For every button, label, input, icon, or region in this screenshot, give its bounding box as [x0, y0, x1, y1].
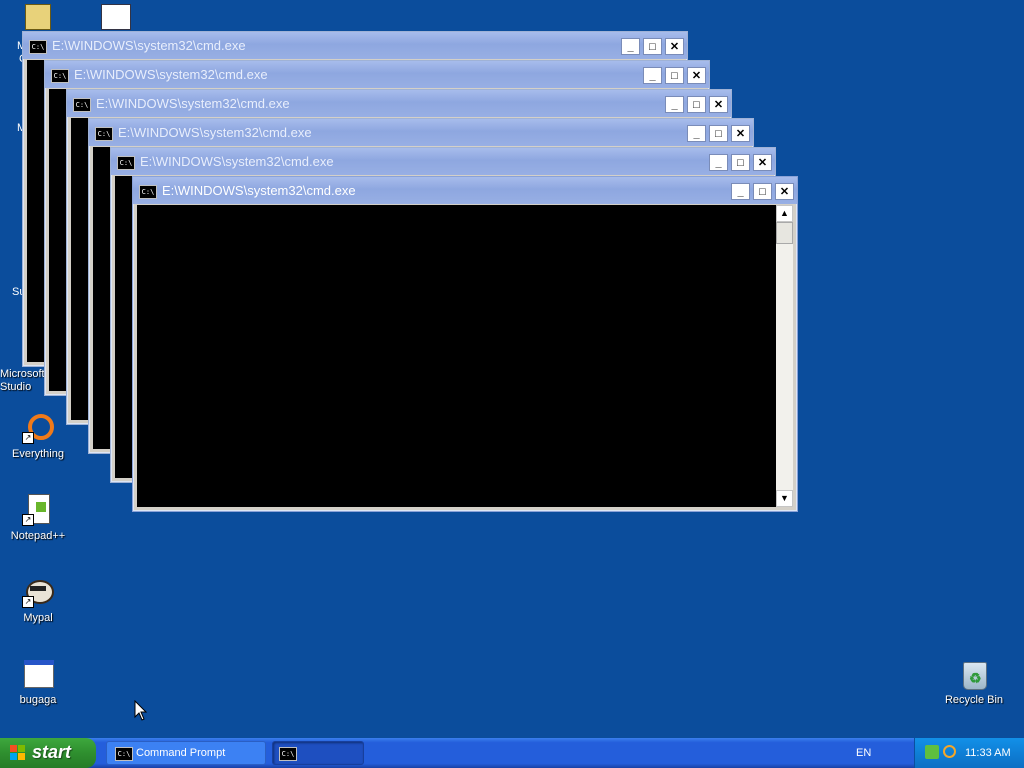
clock-app-icon	[25, 4, 51, 30]
console-area[interactable]	[137, 205, 776, 507]
minimize-button[interactable]: _	[665, 96, 684, 113]
minimize-button[interactable]: _	[621, 38, 640, 55]
window-title: E:\WINDOWS\system32\cmd.exe	[52, 38, 246, 53]
maximize-button[interactable]: □	[709, 125, 728, 142]
desktop-icon-partial-1[interactable]	[0, 4, 76, 34]
desktop-icon-label: Recycle Bin	[944, 694, 1004, 706]
settings-window-icon	[101, 4, 131, 30]
window-title: E:\WINDOWS\system32\cmd.exe	[118, 125, 312, 140]
notepadpp-icon: ↗	[22, 494, 54, 526]
close-button[interactable]: ✕	[709, 96, 728, 113]
window-titlebar[interactable]: C:\ E:\WINDOWS\system32\cmd.exe _ □ ✕	[133, 177, 797, 204]
scroll-up-arrow-icon[interactable]: ▲	[776, 205, 793, 222]
mypal-icon: ↗	[22, 576, 54, 608]
windows-logo-icon	[10, 745, 26, 761]
network-icon[interactable]	[925, 745, 939, 759]
taskbar-button-label: Command Prompt	[136, 747, 226, 759]
recycle-bin-icon: ♻	[958, 658, 990, 690]
minimize-button[interactable]: _	[709, 154, 728, 171]
everything-icon: ↗	[22, 412, 54, 444]
application-window-icon	[22, 658, 54, 690]
desktop-icon-microsoft-studio[interactable]: Microsoft Studio	[0, 368, 45, 394]
taskbar-button-cmd[interactable]: C:\	[272, 741, 364, 765]
mouse-cursor-icon	[134, 700, 148, 721]
desktop-icon-everything[interactable]: ↗ Everything	[0, 412, 76, 461]
desktop-icon-recycle-bin[interactable]: ♻ Recycle Bin	[936, 658, 1012, 707]
close-button[interactable]: ✕	[753, 154, 772, 171]
window-title: E:\WINDOWS\system32\cmd.exe	[140, 154, 334, 169]
console-icon: C:\	[51, 69, 69, 83]
search-icon[interactable]	[943, 745, 956, 758]
window-titlebar[interactable]: C:\ E:\WINDOWS\system32\cmd.exe _ □ ✕	[67, 90, 731, 117]
window-titlebar[interactable]: C:\ E:\WINDOWS\system32\cmd.exe _ □ ✕	[45, 61, 709, 88]
maximize-button[interactable]: □	[687, 96, 706, 113]
desktop-icon-bugaga[interactable]: bugaga	[0, 658, 76, 707]
close-button[interactable]: ✕	[687, 67, 706, 84]
console-icon: C:\	[73, 98, 91, 112]
console-icon: C:\	[117, 156, 135, 170]
shortcut-arrow-icon: ↗	[22, 514, 34, 526]
scroll-thumb[interactable]	[776, 222, 793, 244]
desktop-icon-label: Microsoft Studio	[0, 368, 45, 393]
console-icon: C:\	[95, 127, 113, 141]
window-titlebar[interactable]: C:\ E:\WINDOWS\system32\cmd.exe _ □ ✕	[89, 119, 753, 146]
maximize-button[interactable]: □	[665, 67, 684, 84]
window-titlebar[interactable]: C:\ E:\WINDOWS\system32\cmd.exe _ □ ✕	[111, 148, 775, 175]
window-title: E:\WINDOWS\system32\cmd.exe	[162, 183, 356, 198]
taskbar-button-command-prompt[interactable]: C:\ Command Prompt	[106, 741, 266, 765]
desktop-icon-label: bugaga	[19, 694, 57, 706]
console-icon: C:\	[139, 185, 157, 199]
desktop-icon-mypal[interactable]: ↗ Mypal	[0, 576, 76, 625]
console-icon: C:\	[29, 40, 47, 54]
maximize-button[interactable]: □	[731, 154, 750, 171]
taskbar: start C:\ Command Prompt C:\ EN 11:33 AM	[0, 738, 1024, 768]
window-title: E:\WINDOWS\system32\cmd.exe	[96, 96, 290, 111]
cmd-icon: C:\	[115, 747, 133, 761]
close-button[interactable]: ✕	[775, 183, 794, 200]
scroll-down-arrow-icon[interactable]: ▼	[776, 490, 793, 507]
desktop-icon-label: Everything	[12, 448, 64, 460]
vertical-scrollbar[interactable]: ▲ ▼	[776, 205, 793, 507]
close-button[interactable]: ✕	[731, 125, 750, 142]
minimize-button[interactable]: _	[643, 67, 662, 84]
window-titlebar[interactable]: C:\ E:\WINDOWS\system32\cmd.exe _ □ ✕	[23, 32, 687, 59]
cmd-icon: C:\	[279, 747, 297, 761]
maximize-button[interactable]: □	[753, 183, 772, 200]
shortcut-arrow-icon: ↗	[22, 596, 34, 608]
desktop-icon-label: Notepad++	[10, 530, 66, 542]
cmd-window-active[interactable]: C:\ E:\WINDOWS\system32\cmd.exe _ □ ✕ ▲ …	[132, 176, 798, 512]
desktop-icon-partial-2[interactable]	[78, 4, 154, 34]
shortcut-arrow-icon: ↗	[22, 432, 34, 444]
language-indicator[interactable]: EN	[856, 747, 871, 759]
minimize-button[interactable]: _	[731, 183, 750, 200]
start-button[interactable]: start	[0, 738, 96, 768]
start-label: start	[32, 742, 72, 762]
desktop-icon-notepadpp[interactable]: ↗ Notepad++	[0, 494, 76, 543]
system-tray: 11:33 AM	[914, 738, 1024, 768]
maximize-button[interactable]: □	[643, 38, 662, 55]
window-title: E:\WINDOWS\system32\cmd.exe	[74, 67, 268, 82]
desktop-icon-label: Mypal	[23, 612, 53, 624]
minimize-button[interactable]: _	[687, 125, 706, 142]
close-button[interactable]: ✕	[665, 38, 684, 55]
desktop: M C M Su Microsoft Studio ↗ Everything ↗…	[0, 0, 1024, 738]
clock[interactable]: 11:33 AM	[965, 747, 1011, 759]
